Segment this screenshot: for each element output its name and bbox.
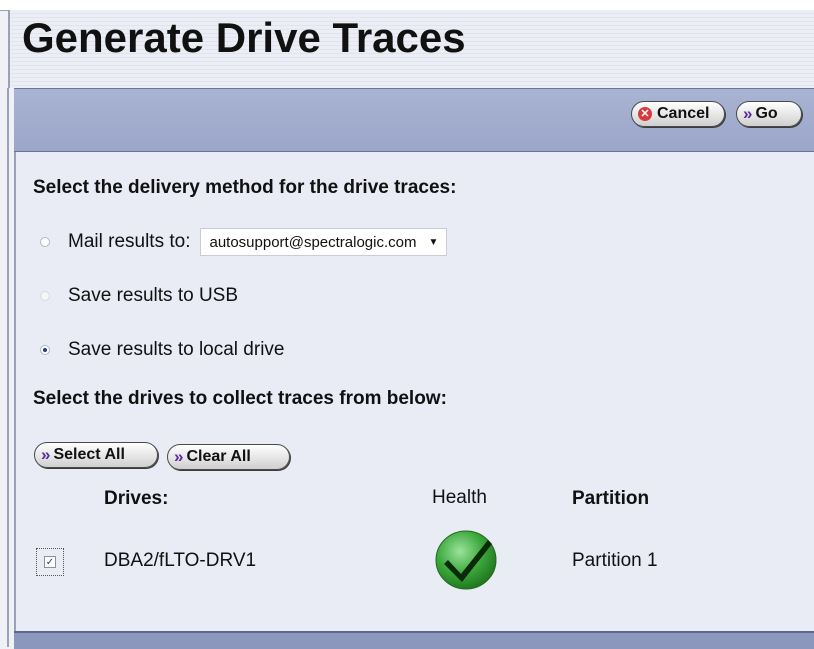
cancel-label: Cancel (657, 105, 710, 122)
toolbar: ✕ Cancel » Go (14, 88, 814, 153)
local-radio[interactable] (40, 345, 50, 355)
local-label: Save results to local drive (68, 339, 285, 360)
health-ok-icon (435, 530, 497, 590)
column-header-partition: Partition (572, 488, 650, 509)
column-header-health: Health (432, 487, 487, 508)
drive-row-checkbox-focus[interactable]: ✓ (36, 548, 64, 576)
chevron-right-icon: » (743, 104, 753, 123)
usb-label: Save results to USB (68, 285, 239, 306)
usb-radio[interactable] (40, 291, 50, 301)
drive-row-checkbox[interactable]: ✓ (44, 556, 56, 568)
chevron-right-icon: » (174, 447, 184, 466)
page-title: Generate Drive Traces (22, 14, 466, 61)
drives-heading: Select the drives to collect traces from… (33, 388, 447, 409)
select-all-button[interactable]: » Select All (34, 442, 158, 468)
go-label: Go (755, 105, 778, 122)
column-header-drives: Drives: (104, 488, 169, 509)
dropdown-caret-icon: ▼ (428, 236, 439, 248)
delivery-heading: Select the delivery method for the drive… (33, 177, 457, 198)
mail-option-row: Mail results to: autosupport@spectralogi… (40, 228, 448, 256)
cancel-icon: ✕ (638, 107, 652, 121)
clear-all-button[interactable]: » Clear All (167, 444, 290, 470)
mail-recipient-select[interactable]: autosupport@spectralogic.com ▼ (200, 228, 448, 256)
go-button[interactable]: » Go (736, 101, 802, 127)
drive-name: DBA2/fLTO-DRV1 (104, 550, 257, 571)
cancel-button[interactable]: ✕ Cancel (631, 101, 725, 127)
drive-partition: Partition 1 (572, 550, 658, 571)
bottom-bar (14, 631, 814, 649)
select-all-label: Select All (53, 446, 125, 463)
chevron-right-icon: » (41, 445, 51, 464)
mail-radio[interactable] (40, 237, 50, 247)
local-option-row: Save results to local drive (40, 339, 285, 361)
title-area: Generate Drive Traces (8, 10, 814, 88)
mail-recipient-value: autosupport@spectralogic.com (209, 233, 417, 251)
mail-label: Mail results to: (68, 231, 191, 252)
usb-option-row: Save results to USB (40, 285, 238, 307)
left-border (7, 88, 9, 647)
clear-all-label: Clear All (186, 448, 251, 465)
